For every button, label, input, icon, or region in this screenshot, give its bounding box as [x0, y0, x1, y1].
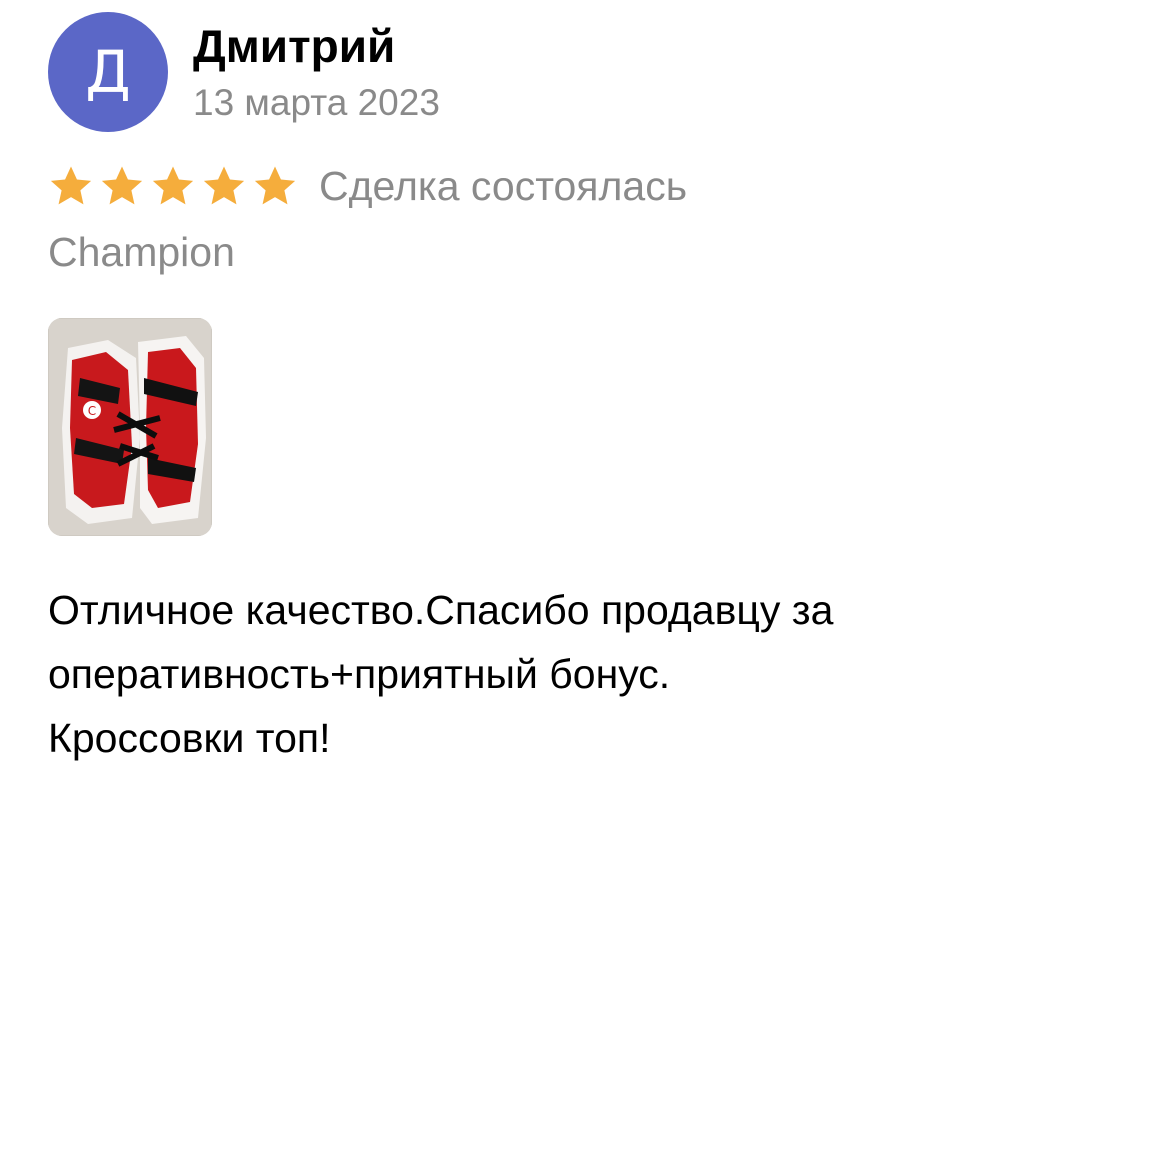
review-card: Д Дмитрий 13 марта 2023 Сделка состоялас… [0, 0, 1170, 1170]
star-icon [152, 166, 194, 205]
star-icon [254, 166, 296, 205]
review-photo[interactable]: C [48, 318, 212, 536]
review-text-line: Отличное качество.Спасибо продавцу за [48, 587, 834, 633]
svg-text:C: C [88, 404, 96, 418]
author-name[interactable]: Дмитрий [193, 18, 395, 74]
avatar-initial: Д [85, 38, 131, 106]
deal-status: Сделка состоялась [319, 162, 688, 209]
star-icon [50, 166, 92, 205]
star-icon [203, 166, 245, 205]
star-icon [101, 166, 143, 205]
review-text: Отличное качество.Спасибо продавцу за оп… [48, 578, 1128, 770]
sneakers-photo-icon: C [48, 318, 212, 536]
star-rating [48, 163, 303, 209]
review-text-line: оперативность+приятный бонус. [48, 651, 671, 697]
review-text-line: Кроссовки топ! [48, 715, 331, 761]
product-name[interactable]: Champion [48, 226, 235, 278]
review-date: 13 марта 2023 [193, 82, 440, 123]
avatar[interactable]: Д [48, 12, 168, 132]
rating-row: Сделка состоялась [48, 160, 687, 212]
